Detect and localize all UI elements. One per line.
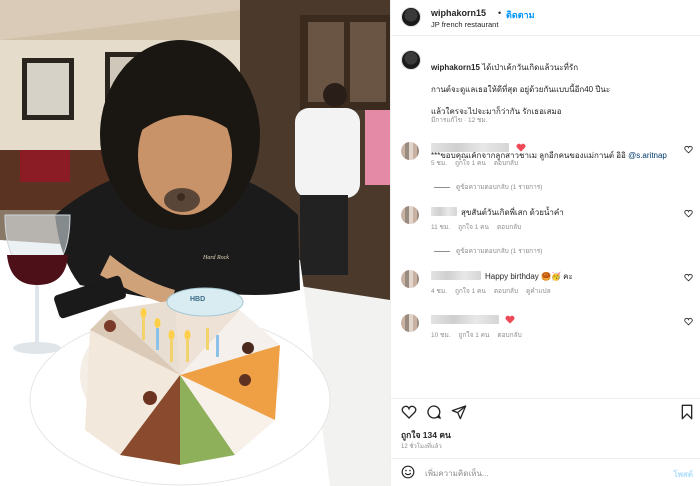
comment-meta: 4 ชม. ถูกใจ 1 คน ตอบกลับ ดูคำแปล bbox=[431, 286, 551, 296]
comment-time: 10 ชม. bbox=[431, 332, 451, 339]
comment-likes[interactable]: ถูกใจ 1 คน bbox=[458, 222, 489, 232]
comment-input[interactable] bbox=[425, 465, 645, 481]
comment-time: 4 ชม. bbox=[431, 288, 447, 295]
shirt-logo-text: Hard Rock bbox=[203, 255, 229, 261]
caption-meta: มีการแก้ไข · 12 ชม. bbox=[431, 117, 488, 124]
comment-time: 11 ชม. bbox=[431, 224, 451, 231]
comment-2: สุขสันต์วันเกิดพี่เสก ด้วยน้ำคำ 11 ชม. ถ… bbox=[391, 204, 700, 238]
comment-meta: 10 ชม. ถูกใจ 1 คน ตอบกลับ bbox=[431, 330, 522, 340]
post-side-panel: wiphakorn15 • ติดตาม JP french restauran… bbox=[390, 0, 700, 486]
like-comment-heart-icon[interactable] bbox=[684, 145, 693, 154]
instagram-post: HBD Hard Rock wiphakorn15 • ติดตาม JP fr… bbox=[0, 0, 700, 486]
like-count[interactable]: ถูกใจ 134 คน bbox=[401, 428, 451, 442]
comment-likes[interactable]: ถูกใจ 1 คน bbox=[455, 286, 486, 296]
separator-dot: • bbox=[498, 8, 502, 18]
post-time: 12 ชั่วโมงที่แล้ว bbox=[401, 444, 442, 450]
avatar[interactable] bbox=[401, 206, 419, 224]
view-replies-1[interactable]: ดูข้อความตอบกลับ (1 รายการ) bbox=[434, 182, 542, 192]
cake-sign-text: HBD bbox=[190, 296, 206, 303]
comment-4: 10 ชม. ถูกใจ 1 คน ตอบกลับ bbox=[391, 312, 700, 346]
caption-username[interactable]: wiphakorn15 bbox=[431, 63, 480, 72]
comment-1: 5 ชม. ถูกใจ 1 คน ตอบกลับ bbox=[391, 140, 700, 174]
avatar[interactable] bbox=[401, 270, 419, 288]
heart-emoji-icon bbox=[505, 315, 515, 324]
view-replies-label[interactable]: ดูข้อความตอบกลับ (1 รายการ) bbox=[456, 182, 542, 192]
avatar[interactable] bbox=[401, 314, 419, 332]
blurred-username bbox=[431, 207, 457, 216]
comment-meta: 11 ชม. ถูกใจ 1 คน ตอบกลับ bbox=[431, 222, 521, 232]
add-comment-bar: โพสต์ bbox=[391, 458, 700, 486]
bookmark-icon[interactable] bbox=[679, 404, 695, 420]
blurred-username bbox=[431, 143, 509, 152]
reply-button[interactable]: ตอบกลับ bbox=[497, 222, 521, 232]
birthday-photo bbox=[0, 0, 390, 486]
post-header: wiphakorn15 • ติดตาม JP french restauran… bbox=[391, 0, 700, 36]
post-photo[interactable]: HBD Hard Rock bbox=[0, 0, 390, 486]
avatar[interactable] bbox=[401, 7, 421, 27]
follow-button[interactable]: ติดตาม bbox=[506, 8, 535, 22]
like-comment-heart-icon[interactable] bbox=[684, 273, 693, 282]
view-replies-2[interactable]: ดูข้อความตอบกลับ (1 รายการ) bbox=[434, 246, 542, 256]
location-link[interactable]: JP french restaurant bbox=[431, 20, 498, 29]
translate-button[interactable]: ดูคำแปล bbox=[526, 286, 551, 296]
heart-emoji-icon bbox=[516, 143, 526, 152]
view-replies-label[interactable]: ดูข้อความตอบกลับ (1 รายการ) bbox=[456, 246, 542, 256]
comment-likes[interactable]: ถูกใจ 1 คน bbox=[459, 330, 490, 340]
like-comment-heart-icon[interactable] bbox=[684, 317, 693, 326]
comment-3: Happy birthday 🥮🥳 คะ 4 ชม. ถูกใจ 1 คน ตอ… bbox=[391, 268, 700, 302]
reply-button[interactable]: ตอบกลับ bbox=[494, 286, 518, 296]
replies-divider bbox=[434, 250, 450, 252]
avatar[interactable] bbox=[401, 142, 419, 160]
like-comment-heart-icon[interactable] bbox=[684, 209, 693, 218]
header-username[interactable]: wiphakorn15 bbox=[431, 8, 486, 18]
comment-text: สุขสันต์วันเกิดพี่เสก ด้วยน้ำคำ bbox=[461, 208, 564, 217]
emoji-icon[interactable] bbox=[401, 465, 415, 479]
reply-button[interactable]: ตอบกลับ bbox=[494, 158, 518, 168]
reply-button[interactable]: ตอบกลับ bbox=[497, 330, 521, 340]
comment-meta: 5 ชม. ถูกใจ 1 คน ตอบกลับ bbox=[431, 158, 518, 168]
blurred-username bbox=[431, 271, 481, 280]
caption-line-2: กานต์จะดูแลเธอให้ดีที่สุด อยู่ด้วยกันแบบ… bbox=[431, 85, 611, 94]
comment-icon[interactable] bbox=[426, 404, 442, 420]
caption-avatar[interactable] bbox=[401, 50, 421, 70]
replies-divider bbox=[434, 186, 450, 188]
post-comment-button[interactable]: โพสต์ bbox=[673, 468, 693, 481]
heart-icon[interactable] bbox=[401, 404, 417, 420]
comment-likes[interactable]: ถูกใจ 1 คน bbox=[455, 158, 486, 168]
comment-time: 5 ชม. bbox=[431, 160, 447, 167]
share-icon[interactable] bbox=[451, 404, 467, 420]
caption: wiphakorn15 ได้เป่าเค้กวันเกิดแล้วนะที่ร… bbox=[391, 42, 700, 160]
blurred-username bbox=[431, 315, 499, 324]
caption-line-1: ได้เป่าเค้กวันเกิดแล้วนะที่รัก bbox=[482, 63, 579, 72]
comment-text: Happy birthday 🥮🥳 คะ bbox=[485, 272, 573, 281]
